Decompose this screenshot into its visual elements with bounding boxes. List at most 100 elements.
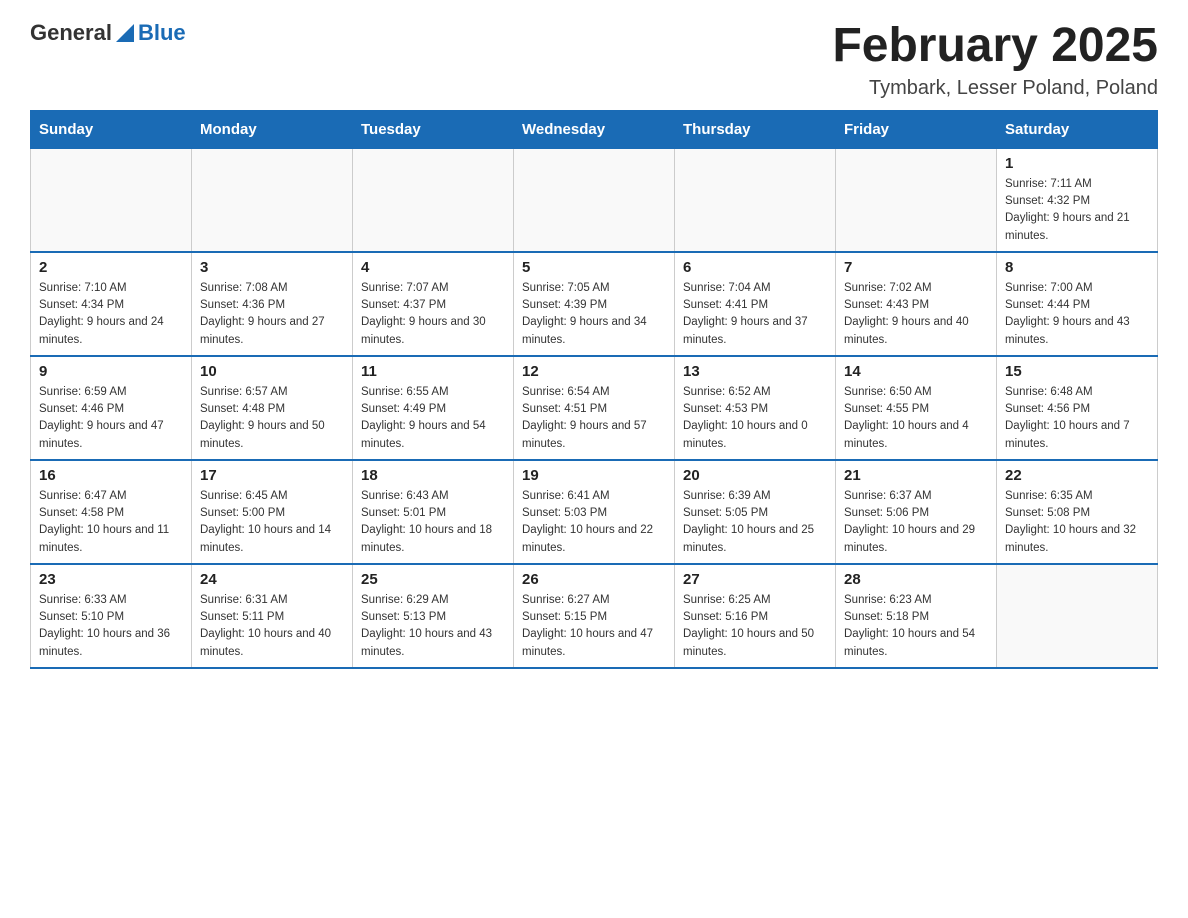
header-tuesday: Tuesday [353, 110, 514, 148]
day-info: Sunrise: 6:59 AM Sunset: 4:46 PM Dayligh… [39, 384, 183, 453]
calendar-week-row: 23 Sunrise: 6:33 AM Sunset: 5:10 PM Dayli… [31, 564, 1158, 668]
calendar-cell: 15 Sunrise: 6:48 AM Sunset: 4:56 PM Dayli… [997, 356, 1158, 460]
calendar-cell: 25 Sunrise: 6:29 AM Sunset: 5:13 PM Dayli… [353, 564, 514, 668]
day-info: Sunrise: 7:07 AM Sunset: 4:37 PM Dayligh… [361, 280, 505, 349]
day-number: 10 [200, 363, 344, 380]
calendar-week-row: 2 Sunrise: 7:10 AM Sunset: 4:34 PM Daylig… [31, 252, 1158, 356]
calendar-cell: 2 Sunrise: 7:10 AM Sunset: 4:34 PM Daylig… [31, 252, 192, 356]
day-number: 23 [39, 571, 183, 588]
calendar-week-row: 9 Sunrise: 6:59 AM Sunset: 4:46 PM Daylig… [31, 356, 1158, 460]
day-info: Sunrise: 7:05 AM Sunset: 4:39 PM Dayligh… [522, 280, 666, 349]
calendar-cell: 18Sunrise: 6:43 AM Sunset: 5:01 PM Dayli… [353, 460, 514, 564]
day-number: 25 [361, 571, 505, 588]
calendar-cell [675, 148, 836, 252]
calendar-cell: 10Sunrise: 6:57 AM Sunset: 4:48 PM Dayli… [192, 356, 353, 460]
day-info: Sunrise: 6:55 AM Sunset: 4:49 PM Dayligh… [361, 384, 505, 453]
calendar-cell [192, 148, 353, 252]
day-info: Sunrise: 6:35 AM Sunset: 5:08 PM Dayligh… [1005, 488, 1149, 557]
day-number: 12 [522, 363, 666, 380]
day-info: Sunrise: 6:29 AM Sunset: 5:13 PM Dayligh… [361, 592, 505, 661]
header-wednesday: Wednesday [514, 110, 675, 148]
calendar-cell: 6 Sunrise: 7:04 AM Sunset: 4:41 PM Daylig… [675, 252, 836, 356]
day-info: Sunrise: 6:54 AM Sunset: 4:51 PM Dayligh… [522, 384, 666, 453]
day-number: 17 [200, 467, 344, 484]
calendar-cell: 17 Sunrise: 6:45 AM Sunset: 5:00 PM Dayli… [192, 460, 353, 564]
logo-text-blue: Blue [138, 20, 186, 46]
title-block: February 2025 Tymbark, Lesser Poland, Po… [832, 20, 1158, 100]
calendar-cell: 12 Sunrise: 6:54 AM Sunset: 4:51 PM Dayli… [514, 356, 675, 460]
day-number: 21 [844, 467, 988, 484]
day-number: 26 [522, 571, 666, 588]
calendar-cell [836, 148, 997, 252]
logo-text-general: General [30, 20, 112, 46]
day-info: Sunrise: 6:33 AM Sunset: 5:10 PM Dayligh… [39, 592, 183, 661]
day-number: 11 [361, 363, 505, 380]
day-info: Sunrise: 6:45 AM Sunset: 5:00 PM Dayligh… [200, 488, 344, 557]
header-friday: Friday [836, 110, 997, 148]
location-subtitle: Tymbark, Lesser Poland, Poland [832, 77, 1158, 100]
day-number: 18 [361, 467, 505, 484]
calendar-cell [997, 564, 1158, 668]
day-info: Sunrise: 6:48 AM Sunset: 4:56 PM Dayligh… [1005, 384, 1149, 453]
day-number: 20 [683, 467, 827, 484]
logo-triangle-icon [116, 24, 134, 42]
calendar-cell: 23 Sunrise: 6:33 AM Sunset: 5:10 PM Dayli… [31, 564, 192, 668]
day-info: Sunrise: 6:39 AM Sunset: 5:05 PM Dayligh… [683, 488, 827, 557]
calendar-cell: 21 Sunrise: 6:37 AM Sunset: 5:06 PM Dayli… [836, 460, 997, 564]
calendar-cell: 24 Sunrise: 6:31 AM Sunset: 5:11 PM Dayli… [192, 564, 353, 668]
calendar-cell: 16Sunrise: 6:47 AM Sunset: 4:58 PM Dayli… [31, 460, 192, 564]
day-number: 8 [1005, 259, 1149, 276]
header-saturday: Saturday [997, 110, 1158, 148]
day-info: Sunrise: 6:52 AM Sunset: 4:53 PM Dayligh… [683, 384, 827, 453]
logo: General Blue [30, 20, 186, 46]
calendar-week-row: 1Sunrise: 7:11 AM Sunset: 4:32 PM Daylig… [31, 148, 1158, 252]
calendar-cell [353, 148, 514, 252]
day-info: Sunrise: 6:27 AM Sunset: 5:15 PM Dayligh… [522, 592, 666, 661]
calendar-cell: 13 Sunrise: 6:52 AM Sunset: 4:53 PM Dayli… [675, 356, 836, 460]
calendar-cell: 5 Sunrise: 7:05 AM Sunset: 4:39 PM Daylig… [514, 252, 675, 356]
header-sunday: Sunday [31, 110, 192, 148]
calendar-cell: 22 Sunrise: 6:35 AM Sunset: 5:08 PM Dayli… [997, 460, 1158, 564]
day-number: 6 [683, 259, 827, 276]
day-number: 1 [1005, 155, 1149, 172]
calendar-table: SundayMondayTuesdayWednesdayThursdayFrid… [30, 110, 1158, 669]
day-number: 9 [39, 363, 183, 380]
day-info: Sunrise: 6:23 AM Sunset: 5:18 PM Dayligh… [844, 592, 988, 661]
calendar-cell [514, 148, 675, 252]
day-info: Sunrise: 6:37 AM Sunset: 5:06 PM Dayligh… [844, 488, 988, 557]
calendar-header-row: SundayMondayTuesdayWednesdayThursdayFrid… [31, 110, 1158, 148]
day-number: 5 [522, 259, 666, 276]
day-number: 2 [39, 259, 183, 276]
calendar-cell: 26 Sunrise: 6:27 AM Sunset: 5:15 PM Dayli… [514, 564, 675, 668]
month-title: February 2025 [832, 20, 1158, 73]
calendar-week-row: 16Sunrise: 6:47 AM Sunset: 4:58 PM Dayli… [31, 460, 1158, 564]
day-number: 19 [522, 467, 666, 484]
day-info: Sunrise: 6:31 AM Sunset: 5:11 PM Dayligh… [200, 592, 344, 661]
calendar-cell: 28 Sunrise: 6:23 AM Sunset: 5:18 PM Dayli… [836, 564, 997, 668]
day-info: Sunrise: 7:00 AM Sunset: 4:44 PM Dayligh… [1005, 280, 1149, 349]
day-number: 27 [683, 571, 827, 588]
day-info: Sunrise: 7:10 AM Sunset: 4:34 PM Dayligh… [39, 280, 183, 349]
header-monday: Monday [192, 110, 353, 148]
day-number: 22 [1005, 467, 1149, 484]
day-number: 13 [683, 363, 827, 380]
day-number: 14 [844, 363, 988, 380]
day-number: 16 [39, 467, 183, 484]
calendar-cell: 14Sunrise: 6:50 AM Sunset: 4:55 PM Dayli… [836, 356, 997, 460]
calendar-cell [31, 148, 192, 252]
calendar-cell: 11 Sunrise: 6:55 AM Sunset: 4:49 PM Dayli… [353, 356, 514, 460]
day-info: Sunrise: 7:02 AM Sunset: 4:43 PM Dayligh… [844, 280, 988, 349]
calendar-cell: 1Sunrise: 7:11 AM Sunset: 4:32 PM Daylig… [997, 148, 1158, 252]
day-info: Sunrise: 6:41 AM Sunset: 5:03 PM Dayligh… [522, 488, 666, 557]
day-number: 4 [361, 259, 505, 276]
day-number: 24 [200, 571, 344, 588]
day-info: Sunrise: 7:08 AM Sunset: 4:36 PM Dayligh… [200, 280, 344, 349]
calendar-cell: 3 Sunrise: 7:08 AM Sunset: 4:36 PM Daylig… [192, 252, 353, 356]
day-number: 15 [1005, 363, 1149, 380]
calendar-cell: 7 Sunrise: 7:02 AM Sunset: 4:43 PM Daylig… [836, 252, 997, 356]
page-header: General Blue February 2025 Tymbark, Less… [30, 20, 1158, 100]
day-number: 28 [844, 571, 988, 588]
day-info: Sunrise: 7:04 AM Sunset: 4:41 PM Dayligh… [683, 280, 827, 349]
day-number: 7 [844, 259, 988, 276]
day-number: 3 [200, 259, 344, 276]
